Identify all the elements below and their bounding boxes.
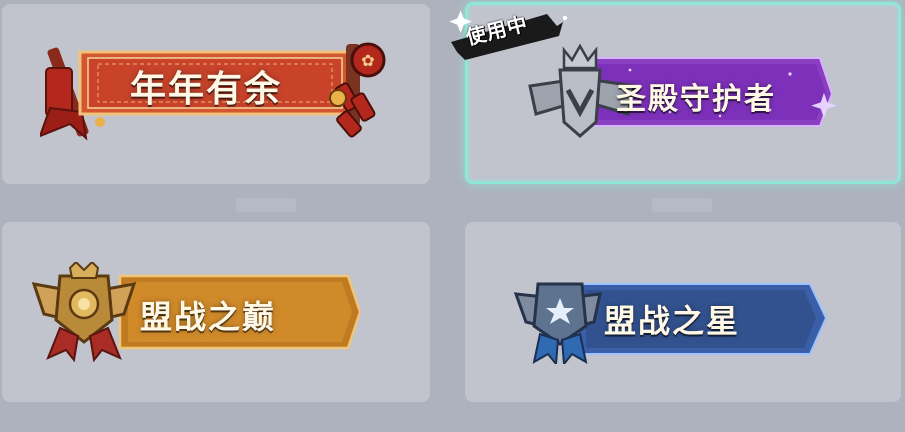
title-name-label: 盟战之星 xyxy=(604,302,741,340)
subtitle-placeholder xyxy=(236,198,296,212)
title-name-label: 年年有余 xyxy=(130,68,283,110)
title-name-label: 圣殿守护者 xyxy=(616,82,776,117)
svg-text:✿: ✿ xyxy=(361,51,374,70)
title-grid: ✿ 年年有余 圣殿守护者 使用中 盟战之巅 盟战之星 xyxy=(0,0,905,432)
title-name-label: 盟战之巅 xyxy=(140,298,277,336)
subtitle-placeholder xyxy=(652,198,712,212)
